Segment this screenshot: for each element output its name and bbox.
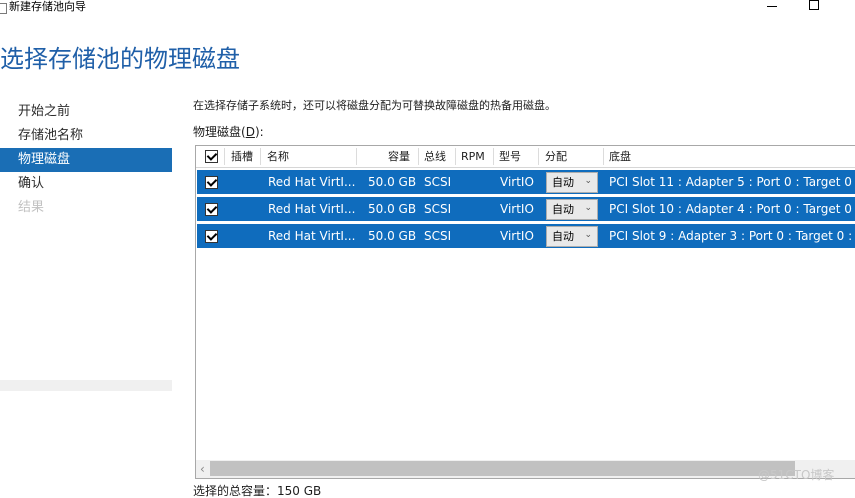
column-separator [455,148,456,165]
select-all-checkbox[interactable] [205,150,218,163]
nav-step-before-you-begin[interactable]: 开始之前 [0,100,172,124]
column-separator [356,148,357,165]
cell-chassis: PCI Slot 10 : Adapter 4 : Port 0 : Targe… [609,202,855,216]
column-header-capacity[interactable]: 容量 [388,146,410,167]
physical-disks-grid: 插槽 名称 容量 总线 RPM 型号 分配 底盘 Red Hat VirtI..… [195,145,855,479]
cell-model: VirtIO [500,202,534,216]
nav-step-results: 结果 [18,200,45,215]
allocation-dropdown[interactable]: 自动 ⌄ [546,199,598,220]
cell-capacity: 50.0 GB [368,175,417,189]
row-checkbox[interactable] [205,203,218,216]
title-bar: 新建存储池向导 [0,0,855,20]
column-header-rpm[interactable]: RPM [461,146,485,167]
horizontal-scrollbar[interactable]: ‹ [196,460,855,478]
nav-step-confirmation[interactable]: 确认 [0,172,172,196]
disk-label-accesskey: D [245,125,255,139]
allocation-value: 自动 [552,203,574,216]
row-checkbox[interactable] [205,230,218,243]
column-separator [603,148,604,165]
column-header-name[interactable]: 名称 [267,146,289,167]
column-separator [224,148,225,165]
cell-bus: SCSI [424,202,452,216]
watermark: @51CTO博客 [758,468,835,482]
cell-name: Red Hat VirtI... [268,202,356,216]
disk-label-suffix: ): [254,125,264,139]
disk-row[interactable]: Red Hat VirtI... 50.0 GB SCSI VirtIO 自动 … [197,224,855,248]
column-separator [538,148,539,165]
chevron-down-icon: ⌄ [584,230,592,240]
scroll-left-icon[interactable]: ‹ [200,460,205,478]
page-title: 选择存储池的物理磁盘 [0,45,240,73]
column-header-slot[interactable]: 插槽 [231,146,253,167]
column-header-model[interactable]: 型号 [499,146,521,167]
cell-bus: SCSI [424,175,452,189]
column-header-bus[interactable]: 总线 [424,146,446,167]
column-header-allocation[interactable]: 分配 [545,146,567,167]
column-separator [493,148,494,165]
column-separator [418,148,419,165]
cell-chassis: PCI Slot 11 : Adapter 5 : Port 0 : Targe… [609,175,855,189]
nav-step-physical-disks[interactable]: 物理磁盘 [0,148,172,172]
description-text: 在选择存储子系统时，还可以将磁盘分配为可替换故障磁盘的热备用磁盘。 [193,99,556,112]
disk-label-prefix: 物理磁盘( [193,125,246,139]
nav-divider [0,380,172,391]
cell-name: Red Hat VirtI... [268,229,356,243]
cell-capacity: 50.0 GB [368,229,417,243]
physical-disks-label: 物理磁盘(D): [193,124,264,140]
cell-chassis: PCI Slot 9 : Adapter 3 : Port 0 : Target… [609,229,855,243]
app-icon [0,3,7,14]
allocation-dropdown[interactable]: 自动 ⌄ [546,226,598,247]
disk-row[interactable]: Red Hat VirtI... 50.0 GB SCSI VirtIO 自动 … [197,170,855,194]
window-title: 新建存储池向导 [9,0,86,13]
chevron-down-icon: ⌄ [584,203,592,213]
chevron-down-icon: ⌄ [584,176,592,186]
allocation-value: 自动 [552,176,574,189]
row-checkbox[interactable] [205,176,218,189]
cell-name: Red Hat VirtI... [268,175,356,189]
column-header-chassis[interactable]: 底盘 [609,146,631,167]
allocation-value: 自动 [552,230,574,243]
cell-model: VirtIO [500,229,534,243]
nav-step-pool-name[interactable]: 存储池名称 [0,124,172,148]
grid-header: 插槽 名称 容量 总线 RPM 型号 分配 底盘 [196,146,855,168]
disk-row[interactable]: Red Hat VirtI... 50.0 GB SCSI VirtIO 自动 … [197,197,855,221]
wizard-steps-nav: 开始之前 存储池名称 物理磁盘 确认 结果 [0,100,172,220]
allocation-dropdown[interactable]: 自动 ⌄ [546,172,598,193]
cell-bus: SCSI [424,229,452,243]
cell-capacity: 50.0 GB [368,202,417,216]
cell-model: VirtIO [500,175,534,189]
column-separator [260,148,261,165]
scrollbar-thumb[interactable] [210,461,795,476]
maximize-button[interactable] [799,0,829,16]
total-capacity-text: 选择的总容量：150 GB [193,484,322,498]
minimize-button[interactable] [756,0,786,16]
